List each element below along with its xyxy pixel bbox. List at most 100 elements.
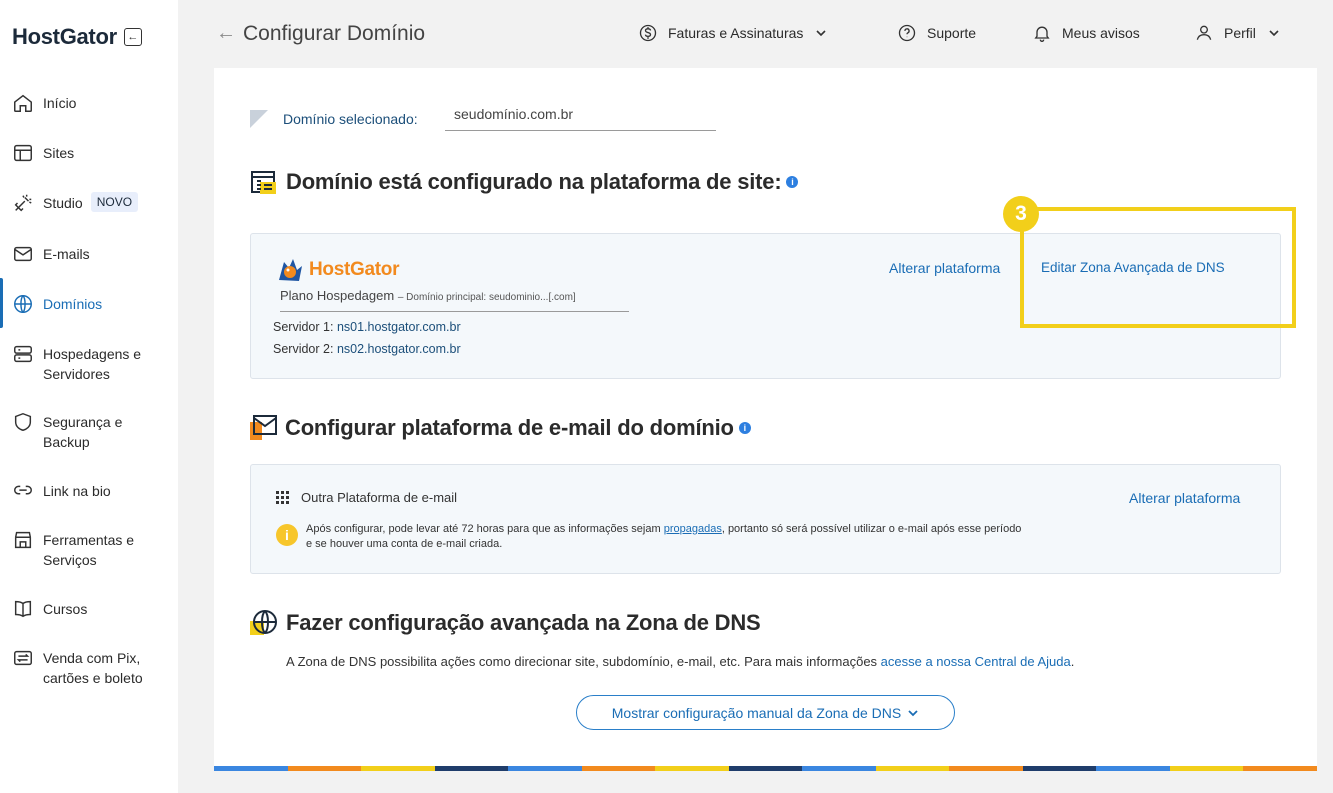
- globe-icon: [14, 295, 32, 313]
- email-platform-name: Outra Plataforma de e-mail: [301, 490, 458, 505]
- notice-text-2: , portanto só será possível utilizar o e…: [721, 523, 1022, 535]
- domain-select[interactable]: seudomínio.com.br: [445, 96, 716, 131]
- plan-name: Plano Hospedagem: [280, 288, 395, 303]
- sidebar-item-link-bio[interactable]: Link na bio: [0, 480, 178, 502]
- info-icon[interactable]: i: [738, 422, 751, 434]
- billing-menu[interactable]: Faturas e Assinaturas: [638, 23, 827, 43]
- sidebar-item-seguranca[interactable]: Segurança e Backup: [0, 411, 178, 452]
- sidebar-item-label: Domínios: [43, 296, 103, 312]
- sidebar-item-label: Studio: [43, 195, 83, 211]
- info-icon[interactable]: i: [786, 176, 799, 188]
- show-manual-dns-button[interactable]: Mostrar configuração manual da Zona de D…: [576, 695, 955, 730]
- top-header: ← Configurar Domínio Faturas e Assinatur…: [178, 0, 1333, 68]
- notices-link[interactable]: Meus avisos: [1032, 23, 1140, 43]
- sidebar-item-label: Sites: [43, 145, 75, 161]
- dollar-circle-icon: [639, 24, 657, 42]
- email-platform-title-text: Configurar plataforma de e-mail do domín…: [285, 415, 734, 440]
- notices-label: Meus avisos: [1062, 25, 1140, 41]
- email-platform-icon: [250, 415, 277, 440]
- chevron-down-icon: [1269, 30, 1279, 37]
- label-line-1: Hospedagens e: [43, 346, 142, 362]
- server-1: Servidor 1: ns01.hostgator.com.br: [273, 320, 461, 334]
- shield-icon: [14, 412, 32, 432]
- plan-info: Plano Hospedagem – Domínio principal: se…: [280, 288, 629, 312]
- label-line-2: Serviços: [43, 552, 97, 568]
- exchange-icon: [14, 650, 32, 666]
- back-arrow-icon[interactable]: ←: [216, 22, 236, 45]
- mail-icon: [14, 246, 32, 262]
- sidebar-item-sites[interactable]: Sites: [0, 142, 178, 164]
- sidebar-item-venda[interactable]: Venda com Pix, cartões e boleto: [0, 647, 178, 688]
- page-title: Configurar Domínio: [243, 22, 426, 45]
- propagation-link[interactable]: propagadas: [664, 523, 722, 535]
- profile-menu[interactable]: Perfil: [1194, 23, 1280, 43]
- sidebar: HostGator ← Início Sites Studio NOVO E-m…: [0, 0, 178, 793]
- server-2-label: Servidor 2:: [273, 342, 334, 356]
- dns-desc-text: A Zona de DNS possibilita ações como dir…: [286, 654, 881, 669]
- flag-icon: [250, 110, 268, 128]
- sidebar-item-cursos[interactable]: Cursos: [0, 598, 178, 620]
- new-badge: NOVO: [90, 192, 139, 212]
- change-site-platform-link[interactable]: Alterar plataforma: [889, 260, 1000, 276]
- sidebar-item-label: Venda com Pix, cartões e boleto: [43, 647, 143, 688]
- tutorial-highlight: [1020, 207, 1296, 328]
- email-platform-title: Configurar plataforma de e-mail do domín…: [285, 415, 751, 441]
- server-2-value: ns02.hostgator.com.br: [336, 342, 461, 356]
- site-platform-icon: [251, 171, 276, 194]
- label-line-2: Backup: [43, 434, 90, 450]
- site-platform-title-text: Domínio está configurado na plataforma d…: [286, 169, 782, 194]
- sidebar-item-label: E-mails: [43, 246, 90, 262]
- label-line-2: cartões e boleto: [43, 670, 143, 686]
- sidebar-item-label: Cursos: [43, 601, 88, 617]
- home-icon: [14, 94, 32, 112]
- layout-icon: [14, 144, 32, 162]
- dns-title-text: Fazer configuração avançada na Zona de D…: [286, 610, 761, 635]
- sidebar-item-label: Segurança e Backup: [43, 411, 122, 452]
- support-label: Suporte: [927, 25, 977, 41]
- sidebar-item-dominios[interactable]: Domínios: [0, 293, 178, 315]
- server-1-label: Servidor 1:: [273, 320, 334, 334]
- sidebar-item-label: Hospedagens e Servidores: [43, 343, 141, 384]
- brand-logo[interactable]: HostGator ←: [12, 24, 142, 50]
- notice-text-1: Após configurar, pode levar até 72 horas…: [306, 523, 664, 535]
- chevron-down-icon: [908, 709, 918, 716]
- billing-label: Faturas e Assinaturas: [668, 25, 804, 41]
- link-icon: [14, 485, 32, 495]
- step-number-badge: 3: [1003, 196, 1039, 232]
- sidebar-item-label: Link na bio: [43, 483, 111, 499]
- label-line-1: Segurança e: [43, 414, 123, 430]
- help-circle-icon: [898, 24, 916, 42]
- book-icon: [14, 600, 32, 618]
- label-line-1: Ferramentas e: [43, 532, 135, 548]
- sidebar-item-label: Início: [43, 95, 77, 111]
- profile-label: Perfil: [1224, 25, 1256, 41]
- server-icon: [14, 345, 32, 363]
- propagation-notice: Após configurar, pode levar até 72 horas…: [306, 522, 1076, 552]
- site-platform-title: Domínio está configurado na plataforma d…: [286, 169, 799, 195]
- dns-description: A Zona de DNS possibilita ações como dir…: [286, 654, 1074, 669]
- domain-selected-label: Domínio selecionado:: [283, 111, 418, 127]
- plan-detail: – Domínio principal: seudominio...[.com]: [397, 292, 576, 303]
- collapse-sidebar-icon[interactable]: ←: [123, 28, 142, 46]
- sidebar-item-inicio[interactable]: Início: [0, 92, 178, 114]
- color-stripe: [214, 766, 1317, 771]
- show-manual-dns-label: Mostrar configuração manual da Zona de D…: [611, 704, 902, 721]
- email-platform-box: Outra Plataforma de e-mail Alterar plata…: [250, 464, 1281, 574]
- bell-icon: [1034, 26, 1050, 42]
- dns-title: Fazer configuração avançada na Zona de D…: [286, 610, 761, 636]
- gator-mascot-icon: [279, 259, 302, 281]
- sidebar-item-hospedagens[interactable]: Hospedagens e Servidores: [0, 343, 178, 384]
- sidebar-item-label: Ferramentas e Serviços: [43, 529, 134, 570]
- notice-text-3: e se houver uma conta de e-mail criada.: [306, 538, 503, 550]
- sidebar-item-ferramentas[interactable]: Ferramentas e Serviços: [0, 529, 178, 570]
- support-link[interactable]: Suporte: [897, 23, 976, 43]
- change-email-platform-link[interactable]: Alterar plataforma: [1129, 490, 1240, 506]
- server-1-value: ns01.hostgator.com.br: [336, 320, 461, 334]
- brand-name: HostGator: [12, 24, 117, 49]
- magic-wand-icon: [14, 194, 32, 212]
- help-center-link[interactable]: acesse a nossa Central de Ajuda: [881, 654, 1071, 669]
- sidebar-item-studio[interactable]: Studio NOVO: [0, 192, 178, 214]
- chevron-down-icon: [816, 30, 826, 37]
- label-line-1: Venda com Pix,: [43, 650, 141, 666]
- sidebar-item-emails[interactable]: E-mails: [0, 243, 178, 265]
